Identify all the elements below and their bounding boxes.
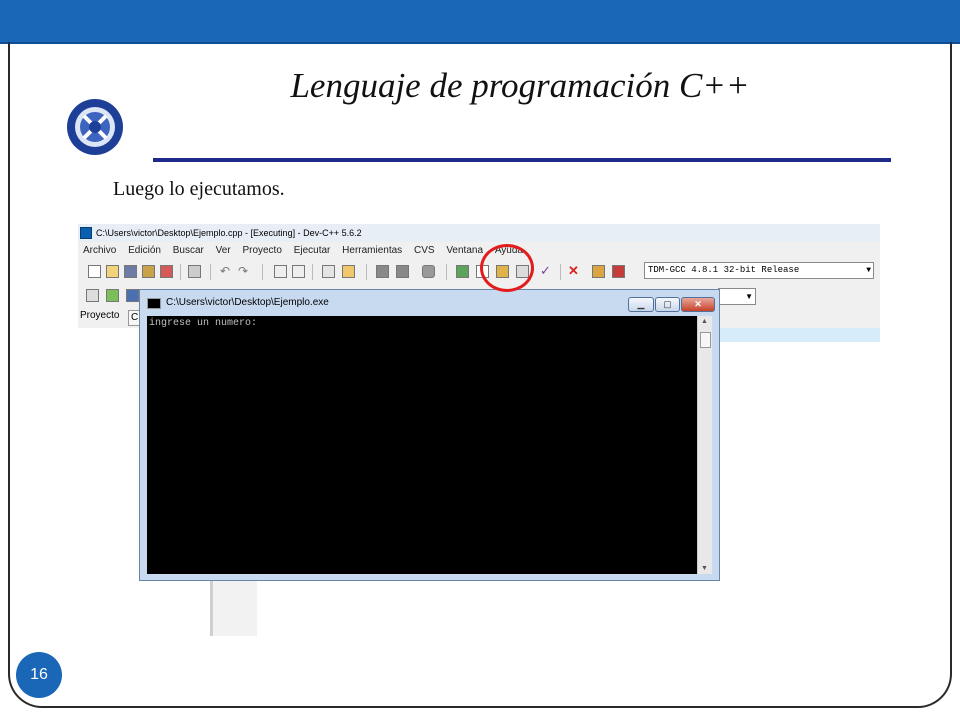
back-icon[interactable]: [376, 265, 389, 278]
console-app-icon: [147, 298, 161, 309]
open-file-icon[interactable]: [106, 265, 119, 278]
compile-icon[interactable]: [456, 265, 469, 278]
menu-ventana[interactable]: Ventana: [446, 245, 483, 256]
console-scrollbar[interactable]: ▲ ▼: [697, 316, 712, 574]
slide-subtitle: Luego lo ejecutamos.: [113, 178, 285, 200]
toggle-bookmark-icon[interactable]: [342, 265, 355, 278]
compiler-select[interactable]: TDM-GCC 4.8.1 32-bit Release ▼: [644, 262, 874, 279]
toolbar-separator: [210, 264, 211, 280]
console-output[interactable]: ingrese un numero:: [147, 316, 697, 574]
console-titlebar: C:\Users\victor\Desktop\Ejemplo.exe ▁ ▢ …: [140, 290, 719, 316]
ide-menubar: Archivo Edición Buscar Ver Proyecto Ejec…: [78, 242, 880, 260]
toolbar-separator: [560, 264, 561, 280]
menu-cvs[interactable]: CVS: [414, 245, 435, 256]
ide-titlebar: C:\Users\victor\Desktop\Ejemplo.cpp - [E…: [78, 224, 880, 242]
title-underline: [153, 158, 891, 162]
menu-archivo[interactable]: Archivo: [83, 245, 116, 256]
university-seal-icon: [66, 98, 124, 156]
menu-proyecto[interactable]: Proyecto: [242, 245, 281, 256]
toolbar-separator: [366, 264, 367, 280]
redo-icon[interactable]: ↷: [238, 265, 251, 278]
toolbar-separator: [446, 264, 447, 280]
project-options-icon[interactable]: [126, 289, 139, 302]
print-icon[interactable]: [188, 265, 201, 278]
class-select[interactable]: ▼: [718, 288, 756, 305]
console-window: C:\Users\victor\Desktop\Ejemplo.exe ▁ ▢ …: [139, 289, 720, 581]
close-file-icon[interactable]: [160, 265, 173, 278]
tab-proyecto[interactable]: Proyecto: [80, 310, 119, 321]
minimize-button[interactable]: ▁: [628, 297, 654, 312]
scroll-thumb[interactable]: [700, 332, 711, 348]
menu-buscar[interactable]: Buscar: [173, 245, 204, 256]
page-number-badge: 16: [16, 652, 62, 698]
slide-header-bar: [0, 0, 960, 44]
new-file-icon[interactable]: [88, 265, 101, 278]
slide-title: Lenguaje de programación C++: [290, 66, 750, 105]
indent-icon[interactable]: [322, 265, 335, 278]
compiler-select-value: TDM-GCC 4.8.1 32-bit Release: [648, 265, 800, 275]
toolbar-separator: [262, 264, 263, 280]
new-project-icon[interactable]: [86, 289, 99, 302]
check-syntax-icon[interactable]: ✓: [540, 264, 553, 278]
scroll-down-icon[interactable]: ▼: [701, 565, 708, 572]
scroll-up-icon[interactable]: ▲: [701, 318, 708, 325]
menu-ejecutar[interactable]: Ejecutar: [294, 245, 331, 256]
toolbar-separator: [180, 264, 181, 280]
menu-ver[interactable]: Ver: [216, 245, 231, 256]
maximize-button[interactable]: ▢: [655, 297, 680, 312]
highlight-circle: [480, 244, 534, 292]
chevron-down-icon: ▼: [866, 266, 871, 275]
stop-execution-icon[interactable]: ✕: [568, 264, 581, 278]
delete-profile-icon[interactable]: [612, 265, 625, 278]
toolbar-separator: [312, 264, 313, 280]
close-button[interactable]: ✕: [681, 297, 715, 312]
undo-icon[interactable]: ↶: [220, 265, 233, 278]
ide-window-title: C:\Users\victor\Desktop\Ejemplo.cpp - [E…: [96, 228, 362, 238]
devcpp-app-icon: [80, 227, 92, 239]
chevron-down-icon: ▼: [745, 292, 753, 301]
console-prompt-text: ingrese un numero:: [149, 318, 258, 329]
save-all-icon[interactable]: [142, 265, 155, 278]
goto-icon[interactable]: [422, 265, 435, 278]
menu-edicion[interactable]: Edición: [128, 245, 161, 256]
save-icon[interactable]: [124, 265, 137, 278]
replace-icon[interactable]: [292, 265, 305, 278]
add-to-project-icon[interactable]: [106, 289, 119, 302]
profile-icon[interactable]: [592, 265, 605, 278]
console-window-title: C:\Users\victor\Desktop\Ejemplo.exe: [166, 297, 329, 308]
main-toolbar: ↶ ↷ ✓ ✕ TDM-GCC 4.8.1 32-bit Release ▼: [78, 260, 880, 285]
forward-icon[interactable]: [396, 265, 409, 278]
find-icon[interactable]: [274, 265, 287, 278]
menu-herramientas[interactable]: Herramientas: [342, 245, 402, 256]
